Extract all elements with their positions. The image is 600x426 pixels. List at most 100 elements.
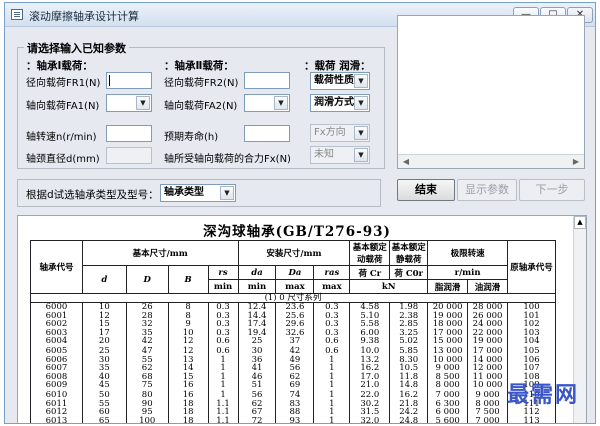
table-cell-grease: 8 000 <box>435 380 460 391</box>
table-cell-Cr: 21.0 <box>360 380 380 391</box>
next-step-button[interactable]: 下一步 <box>519 179 585 201</box>
table-cell-grease: 5 600 <box>435 415 460 424</box>
axial-resultant-label: 轴所受轴向载荷的合力Fx(N) <box>164 154 291 165</box>
header-rpm-unit: r/min <box>427 265 508 280</box>
header-Cor: 荷 C0r <box>389 265 429 280</box>
chevron-left-icon[interactable]: ◀ <box>400 156 412 168</box>
main-window: 滚动摩擦轴承设计计算 — □ ✕ 请选择输入已知参数 ：轴承Ⅰ载荷： 径向载荷F… <box>4 2 596 424</box>
col-Cor: 1.98 2.38 2.85 3.25 5.02 5.85 8.30 10.5 11.8 14.8… <box>389 302 429 424</box>
col-da: 12.4 14.4 17.4 19.4 25 30 36 41 46 51 56 62 67 72 <box>237 302 277 423</box>
table-cell-oil: 7 000 <box>475 415 500 424</box>
input-params-title: 请选择输入已知参数 <box>24 40 129 56</box>
header-orig-code: 原轴承代号 <box>507 240 556 294</box>
col-rs: 0.3 0.3 0.3 0.3 0.6 0.6 1 1 1 1 1 1.1 1.1 1.1 <box>207 302 239 424</box>
bearing-table-viewer[interactable]: 深沟球轴承(GB/T276-93) 轴承代号 基本尺寸/mm 安装尺寸/mm 基… <box>17 215 587 424</box>
bearing-table: 轴承代号 基本尺寸/mm 安装尺寸/mm 基本额定动载荷 基本额定静载荷 极限转… <box>30 240 556 424</box>
axial-load2-label: 轴向载荷FA2(N) <box>164 101 238 112</box>
lube-method-select[interactable]: 润滑方式 ▼ <box>310 94 370 112</box>
radial-load2-input[interactable] <box>244 72 290 89</box>
fx-direction-select[interactable]: Fx方向 ▼ <box>310 124 370 142</box>
header-da-sub: min <box>237 279 277 294</box>
header-ras-sub: max <box>313 279 351 294</box>
journal-diameter-input[interactable] <box>106 147 152 164</box>
radial-load1-input[interactable] <box>106 72 152 89</box>
table-cell-grease: 15 000 <box>432 336 463 347</box>
journal-diameter-label: 轴颈直径d(mm) <box>26 154 100 165</box>
chevron-down-icon[interactable]: ▼ <box>354 148 368 162</box>
table-cell-Cor: 24.8 <box>399 415 419 424</box>
col-B: 8 8 9 10 12 12 13 14 15 16 16 18 18 18 <box>167 302 209 424</box>
table-cell-d: 45 <box>98 380 110 391</box>
col-ras: 0.3 0.3 0.3 0.3 0.6 0.6 1 1 1 1 1 1 1 1 <box>313 302 351 424</box>
table-cell-rs: 1.1 <box>216 415 230 424</box>
table-cell-Cr: 32.0 <box>360 415 380 424</box>
table-cell-code: 6004 <box>45 336 68 347</box>
table-cell-Da: 93 <box>289 415 301 424</box>
header-rs: rs <box>207 265 239 280</box>
bearing-type-select[interactable]: 轴承类型 ▼ <box>160 184 236 202</box>
table-cell-B: 16 <box>182 380 194 391</box>
chevron-down-icon[interactable]: ▼ <box>136 96 150 110</box>
chevron-down-icon[interactable]: ▼ <box>354 96 368 110</box>
chevron-down-icon[interactable]: ▼ <box>220 186 234 200</box>
table-cell-ras: 1 <box>329 380 335 391</box>
header-install-dims: 安装尺寸/mm <box>237 240 351 266</box>
table-cell-oil: 19 000 <box>472 336 503 347</box>
result-listbox[interactable]: ◀ ▶ <box>397 15 585 169</box>
table-cell-orig: 104 <box>523 336 540 347</box>
table-cell-Cr: 9.38 <box>360 336 380 347</box>
load-property-select[interactable]: 载荷性质 ▼ <box>310 72 370 90</box>
speed-input[interactable] <box>106 125 152 142</box>
table-cell-rs: 0.6 <box>216 336 230 347</box>
table-cell-B: 12 <box>182 336 194 347</box>
header-Da: Da <box>275 265 315 280</box>
table-cell-oil: 10 000 <box>472 380 503 391</box>
chevron-down-icon[interactable]: ▼ <box>354 74 368 88</box>
table-page: 深沟球轴承(GB/T276-93) 轴承代号 基本尺寸/mm 安装尺寸/mm 基… <box>28 216 566 424</box>
axial-resultant-select[interactable]: 未知 ▼ <box>310 146 370 164</box>
axial-load1-select[interactable]: ▼ <box>106 94 152 112</box>
chevron-up-icon[interactable]: ▲ <box>574 216 586 229</box>
table-cell-Da: 37 <box>289 336 301 347</box>
finish-button[interactable]: 结束 <box>397 179 455 201</box>
header-D: D <box>125 265 169 294</box>
table-cell-da: 51 <box>251 380 263 391</box>
header-ras: ras <box>313 265 351 280</box>
axial-load1-label: 轴向载荷FA1(N) <box>26 101 100 112</box>
col-code: 6000 6001 6002 6003 6004 6005 6006 6007 6008 6009… <box>30 302 83 423</box>
show-params-button[interactable]: 显示参数 <box>457 179 517 201</box>
chevron-down-icon[interactable]: ▼ <box>274 96 288 110</box>
table-cell-B: 18 <box>182 415 194 424</box>
header-oil: 油润滑 <box>467 279 508 294</box>
app-icon <box>11 9 23 20</box>
table-cell-ras: 0.6 <box>325 336 339 347</box>
table-cell-ras: 1 <box>329 415 335 424</box>
table-cell-D: 42 <box>141 336 153 347</box>
header-B: B <box>167 265 209 294</box>
watermark: 最需网 <box>506 383 579 408</box>
horizontal-scrollbar[interactable]: ◀ ▶ <box>398 154 584 168</box>
col-oil: 28 000 26 000 24 000 22 000 19 000 17 000 14 0… <box>467 302 508 424</box>
chevron-right-icon[interactable]: ▶ <box>570 156 582 168</box>
col-Cr: 4.58 5.10 5.58 6.00 9.38 10.0 13.2 16.2 17.0 21.0… <box>349 302 391 424</box>
header-da: da <box>237 265 277 280</box>
table-cell-code: 6009 <box>45 380 68 391</box>
header-limit-speed: 极限转速 <box>427 240 508 266</box>
header-Da-sub: max <box>275 279 315 294</box>
text-caret <box>109 75 110 86</box>
load-lube-title: ：载荷 润滑： <box>304 60 371 72</box>
axis1-title: ：轴承Ⅰ载荷： <box>26 60 93 72</box>
table-cell-D: 75 <box>141 380 153 391</box>
life-input[interactable] <box>244 125 290 142</box>
header-static-load: 基本额定静载荷 <box>389 240 429 266</box>
bearing-select-group: 根据d试选轴承类型及型号： 轴承类型 ▼ <box>17 179 381 207</box>
header-dynamic-load: 基本额定动载荷 <box>349 240 391 266</box>
col-D: 26 28 32 35 42 47 55 62 68 75 80 90 95 100 <box>125 302 169 423</box>
header-rs-sub: min <box>207 279 239 294</box>
header-kN-unit: kN <box>349 279 429 294</box>
radial-load2-label: 径向载荷FR2(N) <box>164 78 239 89</box>
bearing-select-label: 根据d试选轴承类型及型号： <box>26 189 159 201</box>
axial-load2-select[interactable]: ▼ <box>244 94 290 112</box>
header-code: 轴承代号 <box>30 240 83 294</box>
chevron-down-icon[interactable]: ▼ <box>354 126 368 140</box>
